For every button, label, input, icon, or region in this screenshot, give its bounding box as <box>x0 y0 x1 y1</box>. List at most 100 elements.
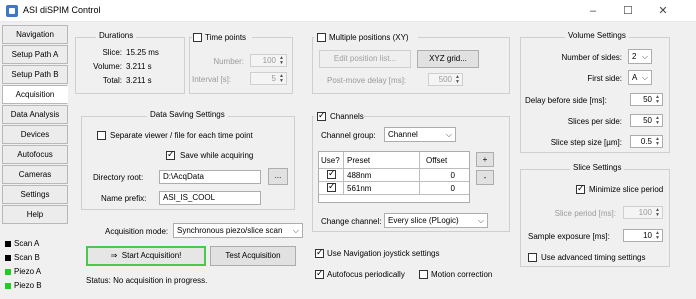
nav-autofocus[interactable]: Autofocus <box>2 145 68 164</box>
channel-row-use-checkbox[interactable] <box>327 168 336 179</box>
remove-channel-button[interactable]: - <box>476 170 494 185</box>
slice-step-size-spinner[interactable]: 0.5 ▲ ▼ <box>630 135 663 148</box>
piezo-b-label: Piezo B <box>14 281 42 290</box>
acquisition-status: Status: No acquisition in progress. <box>86 276 208 285</box>
number-of-sides-value: 2 <box>632 52 637 61</box>
durations-title: Durations <box>96 31 137 40</box>
test-acquisition-button[interactable]: Test Acquisition <box>210 246 296 266</box>
spinner-arrows-icon: ▲ ▼ <box>655 115 660 126</box>
name-prefix-label: Name prefix: <box>101 194 147 203</box>
acquisition-mode-label: Acquisition mode: <box>105 227 169 236</box>
piezo-b-indicator <box>5 283 11 289</box>
spinner-arrows-icon: ▲ ▼ <box>655 207 660 218</box>
timepoints-number-spinner[interactable]: 100 ▲ ▼ <box>250 54 287 67</box>
nav-data-analysis[interactable]: Data Analysis <box>2 105 68 124</box>
table-divider <box>319 181 469 182</box>
autofocus-periodically-label: Autofocus periodically <box>327 270 405 279</box>
nav-setup-path-b[interactable]: Setup Path B <box>2 65 68 84</box>
separate-viewer-checkbox[interactable] <box>97 131 106 140</box>
channel-row-preset[interactable]: 488nm <box>347 171 371 180</box>
data-saving-title: Data Saving Settings <box>147 110 228 119</box>
slice-period-label: Slice period [ms]: <box>554 209 616 218</box>
nav-devices[interactable]: Devices <box>2 125 68 144</box>
timepoints-interval-spinner[interactable]: 5 ▲ ▼ <box>250 72 287 85</box>
scan-b-label: Scan B <box>14 253 40 262</box>
nav-navigation[interactable]: Navigation <box>2 25 68 44</box>
title-bar: ASI diSPIM Control – ☐ ✕ <box>0 0 696 22</box>
first-side-dropdown[interactable]: A ⌵ <box>628 70 652 85</box>
slices-per-side-spinner[interactable]: 50 ▲ ▼ <box>630 114 663 127</box>
slice-period-spinner[interactable]: 100 ▲ ▼ <box>623 206 663 219</box>
channel-header-offset: Offset <box>426 156 448 165</box>
positions-checkbox[interactable] <box>317 33 326 42</box>
separate-viewer-label: Separate viewer / file for each time poi… <box>110 131 253 140</box>
minimize-slice-period-label: Minimize slice period <box>589 185 664 194</box>
scan-a-label: Scan A <box>14 239 40 248</box>
directory-root-field[interactable]: D:\AcqData <box>159 170 261 184</box>
channels-title: Channels <box>330 112 364 121</box>
channel-row-use-checkbox[interactable] <box>327 181 336 192</box>
slice-duration-label: Slice: <box>102 48 122 57</box>
channel-group-dropdown[interactable]: Channel ⌵ <box>384 127 456 142</box>
start-acquisition-button[interactable]: ⇒ Start Acquisition! <box>86 246 206 266</box>
channel-row-preset[interactable]: 561nm <box>347 184 371 193</box>
number-of-sides-dropdown[interactable]: 2 ⌵ <box>628 49 652 64</box>
nav-setup-path-a[interactable]: Setup Path A <box>2 45 68 64</box>
autofocus-periodically-checkbox[interactable] <box>315 268 324 279</box>
browse-button[interactable]: ... <box>268 168 288 185</box>
advanced-timing-label: Use advanced timing settings <box>541 253 646 262</box>
post-move-delay-spinner[interactable]: 500 ▲ ▼ <box>428 73 463 86</box>
close-button[interactable]: ✕ <box>648 3 678 19</box>
timepoints-checkbox[interactable] <box>193 33 202 42</box>
first-side-value: A <box>632 73 638 82</box>
nav-cameras[interactable]: Cameras <box>2 165 68 184</box>
xyz-grid-button[interactable]: XYZ grid... <box>417 50 479 68</box>
channels-checkbox[interactable] <box>317 110 326 121</box>
sample-exposure-spinner[interactable]: 10 ▲ ▼ <box>623 229 663 242</box>
timepoints-interval-label: Interval [s]: <box>192 75 232 84</box>
acquisition-mode-dropdown[interactable]: Synchronous piezo/slice scan ⌵ <box>173 223 303 238</box>
window-title: ASI diSPIM Control <box>23 5 101 15</box>
table-divider <box>319 194 469 195</box>
motion-correction-label: Motion correction <box>431 270 493 279</box>
advanced-timing-checkbox[interactable] <box>528 253 537 262</box>
start-acquisition-label: Start Acquisition! <box>121 251 182 260</box>
save-while-acquiring-checkbox[interactable] <box>166 149 175 160</box>
chevron-down-icon: ⌵ <box>641 73 648 82</box>
channel-header-use: Use? <box>321 156 340 165</box>
app-icon <box>6 5 18 17</box>
nav-acquisition[interactable]: Acquisition <box>2 85 68 104</box>
volume-duration-label: Volume: <box>93 62 122 71</box>
channel-group-value: Channel <box>388 130 418 139</box>
motion-correction-checkbox[interactable] <box>419 270 428 279</box>
scan-b-indicator <box>5 255 11 261</box>
volume-duration-value: 3.211 s <box>126 62 152 71</box>
nav-settings[interactable]: Settings <box>2 185 68 204</box>
slice-period-value: 100 <box>638 208 652 217</box>
channel-row-offset[interactable]: 0 <box>422 171 455 180</box>
number-of-sides-label: Number of sides: <box>561 53 622 62</box>
chevron-down-icon: ⌵ <box>641 52 648 61</box>
chevron-down-icon: ⌵ <box>292 226 299 235</box>
nav-help[interactable]: Help <box>2 205 68 224</box>
post-move-delay-value: 500 <box>438 75 452 84</box>
channel-row-offset[interactable]: 0 <box>422 184 455 193</box>
minimize-button[interactable]: – <box>578 3 608 19</box>
scan-a-indicator <box>5 241 11 247</box>
minimize-slice-period-checkbox[interactable] <box>576 183 585 194</box>
table-divider <box>319 168 469 169</box>
joystick-settings-checkbox[interactable] <box>315 247 324 258</box>
timepoints-title: Time points <box>205 33 247 42</box>
name-prefix-field[interactable]: ASI_IS_COOL <box>159 191 261 205</box>
add-channel-button[interactable]: + <box>476 152 494 167</box>
change-channel-dropdown[interactable]: Every slice (PLogic) ⌵ <box>384 213 488 228</box>
maximize-button[interactable]: ☐ <box>613 3 643 19</box>
edit-position-list-button[interactable]: Edit position list... <box>319 50 411 68</box>
slices-per-side-label: Slices per side: <box>567 117 622 126</box>
slice-duration-value: 15.25 ms <box>126 48 159 57</box>
slice-step-size-value: 0.5 <box>640 137 652 146</box>
delay-before-side-value: 50 <box>643 95 652 104</box>
total-duration-label: Total: <box>102 76 122 85</box>
channel-header-preset: Preset <box>347 156 371 165</box>
delay-before-side-spinner[interactable]: 50 ▲ ▼ <box>630 93 663 106</box>
